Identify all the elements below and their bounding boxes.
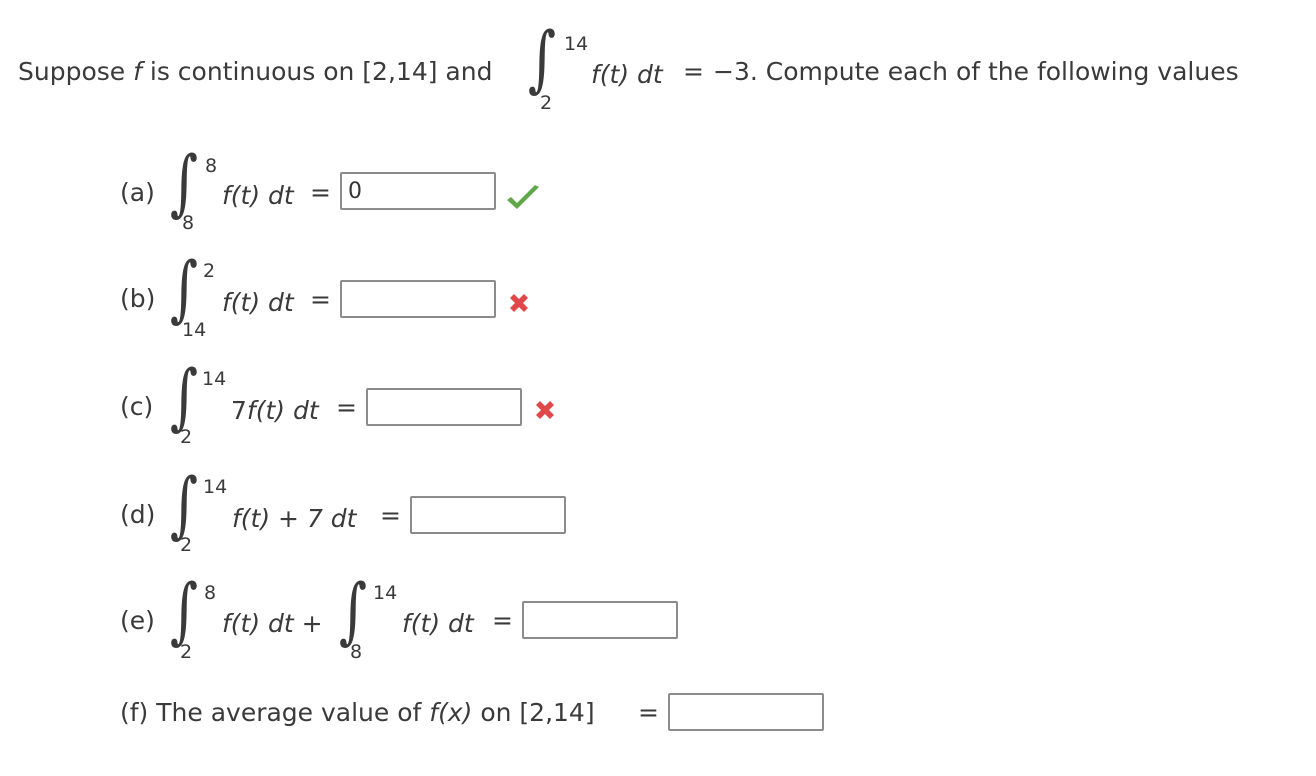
part-e-label: (e) [120,606,155,635]
upper-limit: 2 [203,260,216,282]
part-f-label: (f) The average value of [120,698,430,727]
lower-limit: 2 [180,426,193,448]
equals-sign: = [310,178,331,207]
part-a-label: (a) [120,178,155,207]
integrand: f(t) dt [402,609,474,638]
integral-sign: ∫ [339,568,368,652]
integral-sign: ∫ [170,568,199,652]
intro-integral-sign: ∫ [528,16,557,100]
integrand: f(t) + 7 dt [232,504,357,533]
equals-sign: = [310,285,331,314]
function-notation: f(x) [429,698,473,727]
equals-sign: = [380,501,401,530]
part-c-label: (c) [120,392,154,421]
lower-limit: 2 [180,534,193,556]
answer-c-input[interactable] [366,388,522,426]
integral-sign: ∫ [170,462,199,546]
integrand: f(t) dt [246,396,319,425]
answer-d-input[interactable] [410,496,566,534]
intro-suffix: . Compute each of the following values [749,57,1239,86]
upper-limit: 14 [202,368,227,390]
part-f-tail: on [2,14] [472,698,595,727]
answer-a-input[interactable] [340,172,496,210]
lower-limit: 8 [182,212,195,234]
lower-limit: 14 [182,319,207,341]
intro-upper-limit: 14 [564,33,589,55]
upper-limit: 8 [204,582,217,604]
lower-limit: 2 [180,641,193,663]
answer-b-input[interactable] [340,280,496,318]
intro-lower-limit: 2 [540,92,553,114]
part-b-label: (b) [120,284,156,313]
equals-sign: = [638,698,659,727]
answer-e-input[interactable] [522,601,678,639]
equals-sign: = [336,393,357,422]
upper-limit: 14 [373,582,398,604]
integral-sign: ∫ [170,246,199,330]
intro-value: −3 [713,57,750,86]
check-icon [507,185,539,209]
intro-equals: = [683,57,704,86]
upper-limit: 8 [205,155,218,177]
intro-prefix-1: Suppose [18,57,134,86]
integral-sign: ∫ [170,354,199,438]
intro-f-symbol: f [133,57,142,86]
lower-limit: 8 [350,641,363,663]
integrand: f(t) dt [222,181,294,210]
answer-f-input[interactable] [668,693,824,731]
integrand: f(t) dt [222,288,294,317]
cross-icon [536,401,554,419]
intro-integrand: f(t) dt [591,60,663,89]
upper-limit: 14 [203,476,228,498]
cross-icon [510,294,528,312]
coefficient: 7 [231,396,247,425]
part-d-label: (d) [120,500,156,529]
intro-prefix-2: is continuous on [2,14] and [141,57,493,86]
integrand: f(t) dt + [222,609,323,638]
equals-sign: = [492,606,513,635]
integral-sign: ∫ [170,140,199,224]
